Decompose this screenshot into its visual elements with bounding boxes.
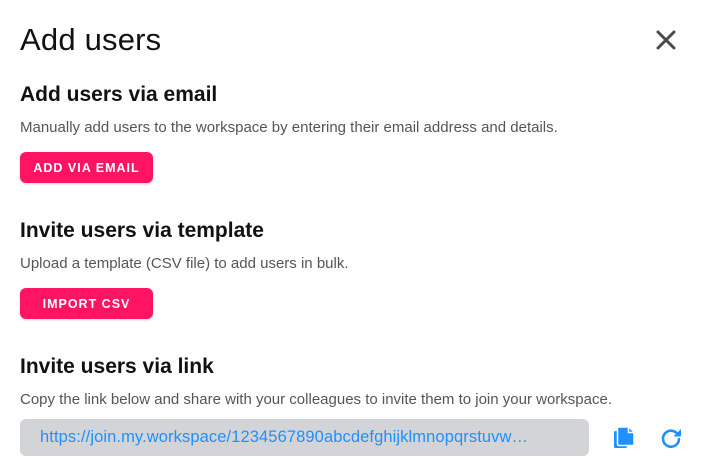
email-section-description: Manually add users to the workspace by e… [20, 119, 558, 136]
close-icon [656, 30, 676, 50]
refresh-icon [661, 429, 681, 448]
dialog-title: Add users [20, 22, 162, 57]
link-section-description: Copy the link below and share with your … [20, 391, 612, 408]
copy-link-button[interactable] [610, 424, 638, 452]
copy-icon [614, 426, 635, 448]
invite-link-text[interactable]: https://join.my.workspace/1234567890abcd… [40, 428, 565, 447]
email-section-title: Add users via email [20, 83, 218, 106]
link-section-title: Invite users via link [20, 355, 214, 378]
close-button[interactable] [650, 24, 682, 56]
add-via-email-button[interactable]: ADD VIA EMAIL [20, 152, 153, 183]
refresh-link-button[interactable] [657, 424, 685, 452]
invite-link-field[interactable]: https://join.my.workspace/1234567890abcd… [20, 419, 589, 456]
add-users-dialog: Add users Add users via email Manually a… [0, 0, 713, 474]
template-section-title: Invite users via template [20, 219, 264, 242]
template-section-description: Upload a template (CSV file) to add user… [20, 255, 349, 272]
import-csv-button[interactable]: IMPORT CSV [20, 288, 153, 319]
